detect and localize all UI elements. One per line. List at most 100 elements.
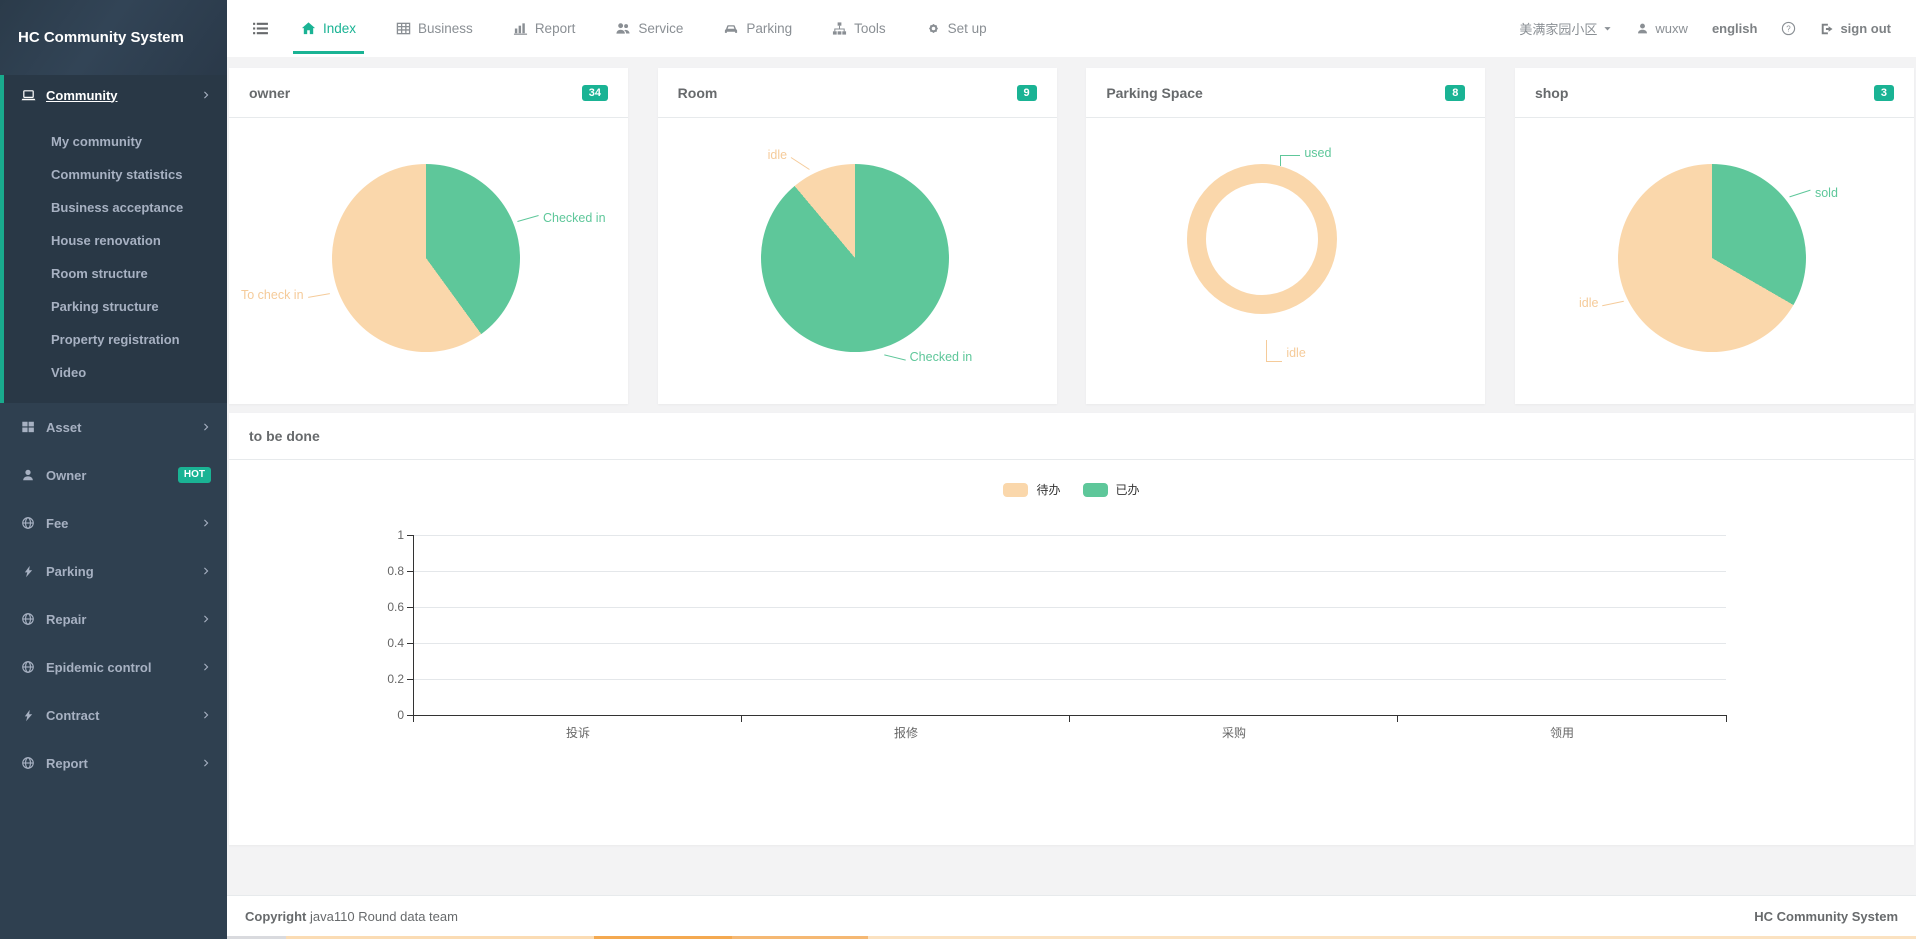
x-tick bbox=[1726, 716, 1727, 722]
laptop-icon bbox=[20, 87, 36, 103]
label-line bbox=[791, 157, 810, 170]
gridline bbox=[414, 535, 1726, 536]
community-selector[interactable]: 美满家园小区 bbox=[1519, 19, 1612, 38]
sign-out-button[interactable]: sign out bbox=[1820, 21, 1891, 36]
sidebar-item-repair[interactable]: Repair bbox=[0, 595, 227, 643]
footer: Copyright java110 Round data team HC Com… bbox=[227, 895, 1916, 936]
sidebar-subitem-video[interactable]: Video bbox=[4, 356, 227, 389]
pie-label-idle: idle bbox=[1579, 296, 1624, 310]
y-axis-label: 0.6 bbox=[359, 600, 404, 614]
y-axis-label: 0.2 bbox=[359, 672, 404, 686]
tab-label: Report bbox=[535, 21, 576, 36]
pie-owner[interactable] bbox=[332, 164, 520, 352]
community-submenu: My community Community statistics Busine… bbox=[4, 115, 227, 389]
tab-report[interactable]: Report bbox=[513, 0, 576, 57]
sidebar-subitem-business-acceptance[interactable]: Business acceptance bbox=[4, 191, 227, 224]
pie-shop[interactable] bbox=[1618, 164, 1806, 352]
sidebar-item-community[interactable]: Community bbox=[4, 75, 227, 115]
card-header: Parking Space 8 bbox=[1086, 68, 1485, 118]
label-line bbox=[308, 293, 330, 298]
sidebar-group-community: Community My community Community statist… bbox=[0, 75, 227, 403]
parking-donut-chart: used idle bbox=[1086, 118, 1485, 403]
y-tick bbox=[407, 679, 413, 680]
count-badge: 3 bbox=[1874, 85, 1894, 101]
sidebar-item-label: Community bbox=[46, 88, 191, 103]
owner-pie-chart: Checked in To check in bbox=[229, 118, 628, 403]
menu-toggle-icon[interactable] bbox=[252, 20, 269, 37]
tab-service[interactable]: Service bbox=[615, 0, 683, 57]
sidebar-subitem-parking-structure[interactable]: Parking structure bbox=[4, 290, 227, 323]
sidebar-item-epidemic-control[interactable]: Epidemic control bbox=[0, 643, 227, 691]
sidebar-subitem-community-statistics[interactable]: Community statistics bbox=[4, 158, 227, 191]
card-header: shop 3 bbox=[1515, 68, 1914, 118]
donut-label-used: used bbox=[1280, 146, 1331, 166]
globe-icon bbox=[20, 659, 36, 675]
community-selector-label: 美满家园小区 bbox=[1519, 19, 1597, 38]
chevron-right-icon bbox=[201, 566, 211, 576]
donut-parking[interactable] bbox=[1187, 164, 1337, 314]
label-line bbox=[1266, 340, 1282, 362]
legend-item-pending[interactable]: 待办 bbox=[1003, 481, 1060, 498]
users-icon bbox=[615, 21, 631, 36]
legend-swatch-peach bbox=[1003, 483, 1028, 497]
y-tick bbox=[407, 607, 413, 608]
sidebar-subitem-my-community[interactable]: My community bbox=[4, 125, 227, 158]
footer-brand: HC Community System bbox=[1754, 909, 1898, 924]
pie-label-to-check-in: To check in bbox=[241, 288, 330, 302]
tab-business[interactable]: Business bbox=[396, 0, 473, 57]
globe-icon bbox=[20, 755, 36, 771]
chevron-right-icon bbox=[201, 518, 211, 528]
sidebar-item-owner[interactable]: Owner HOT bbox=[0, 451, 227, 499]
footer-copyright: Copyright java110 Round data team bbox=[245, 909, 458, 924]
language-label: english bbox=[1712, 21, 1758, 36]
x-tick bbox=[1069, 716, 1070, 722]
language-switch[interactable]: english bbox=[1712, 21, 1758, 36]
card-title: Parking Space bbox=[1106, 85, 1203, 101]
svg-text:?: ? bbox=[1787, 24, 1792, 33]
x-axis-label: 投诉 bbox=[414, 724, 742, 741]
sidebar-item-label: Repair bbox=[46, 612, 191, 627]
sidebar-item-fee[interactable]: Fee bbox=[0, 499, 227, 547]
sidebar-item-contract[interactable]: Contract bbox=[0, 691, 227, 739]
sidebar: HC Community System Community My communi… bbox=[0, 0, 227, 939]
tab-index[interactable]: Index bbox=[301, 0, 356, 57]
sidebar-item-report[interactable]: Report bbox=[0, 739, 227, 787]
topbar: Index Business Report Service Parking To… bbox=[227, 0, 1916, 57]
room-pie-chart: idle Checked in bbox=[658, 118, 1057, 403]
x-axis bbox=[413, 715, 1727, 716]
shop-pie-chart: sold idle bbox=[1515, 118, 1914, 403]
sidebar-subitem-property-registration[interactable]: Property registration bbox=[4, 323, 227, 356]
card-header: owner 34 bbox=[229, 68, 628, 118]
sidebar-subitem-room-structure[interactable]: Room structure bbox=[4, 257, 227, 290]
x-axis-label: 采购 bbox=[1070, 724, 1398, 741]
label-line bbox=[884, 354, 906, 360]
user-menu[interactable]: wuxw bbox=[1636, 21, 1688, 36]
tab-label: Service bbox=[638, 21, 683, 36]
chevron-right-icon bbox=[201, 662, 211, 672]
pie-label-checked-in: Checked in bbox=[517, 211, 606, 225]
y-axis-label: 0.4 bbox=[359, 636, 404, 650]
help-button[interactable]: ? bbox=[1781, 21, 1796, 36]
label-line bbox=[1280, 155, 1300, 166]
user-icon bbox=[20, 467, 36, 483]
x-tick bbox=[741, 716, 742, 722]
table-icon bbox=[396, 21, 411, 36]
tab-parking[interactable]: Parking bbox=[723, 0, 792, 57]
sidebar-item-label: Fee bbox=[46, 516, 191, 531]
y-tick bbox=[407, 643, 413, 644]
copyright-text: java110 Round data team bbox=[310, 909, 458, 924]
car-icon bbox=[723, 21, 739, 36]
sidebar-item-parking[interactable]: Parking bbox=[0, 547, 227, 595]
globe-icon bbox=[20, 515, 36, 531]
tab-label: Tools bbox=[854, 21, 886, 36]
tab-set-up[interactable]: Set up bbox=[926, 0, 987, 57]
top-tabs: Index Business Report Service Parking To… bbox=[301, 0, 987, 57]
sidebar-item-asset[interactable]: Asset bbox=[0, 403, 227, 451]
legend-label: 待办 bbox=[1036, 481, 1060, 498]
legend-item-done[interactable]: 已办 bbox=[1083, 481, 1140, 498]
pie-room[interactable] bbox=[761, 164, 949, 352]
tab-label: Index bbox=[323, 21, 356, 36]
tab-tools[interactable]: Tools bbox=[832, 0, 886, 57]
count-badge: 34 bbox=[582, 85, 608, 101]
sidebar-subitem-house-renovation[interactable]: House renovation bbox=[4, 224, 227, 257]
